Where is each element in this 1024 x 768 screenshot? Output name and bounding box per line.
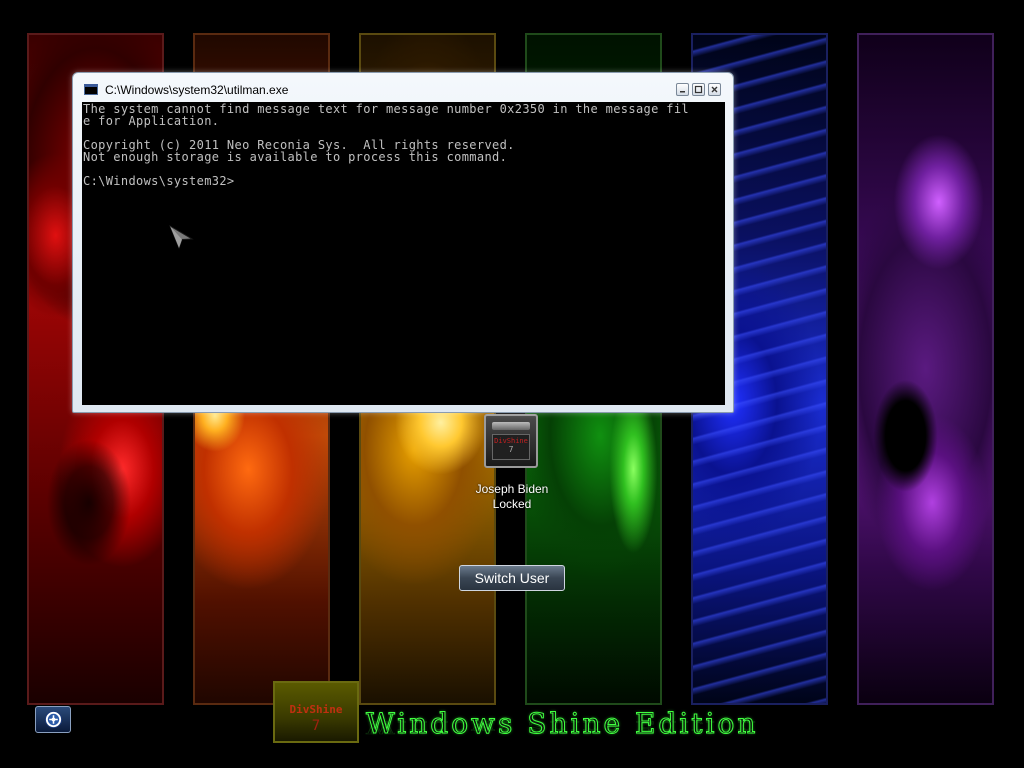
wallpaper-panel-purple <box>857 33 994 705</box>
mouse-cursor-icon <box>168 224 194 250</box>
tile-seven-text: 7 <box>508 445 514 454</box>
user-tile[interactable]: DivShine 7 <box>484 414 538 468</box>
console-text: The system cannot find message text for … <box>83 103 689 187</box>
logo-seven: 7 <box>311 718 321 734</box>
ease-of-access-button[interactable] <box>35 706 71 733</box>
window-title: C:\Windows\system32\utilman.exe <box>105 83 289 97</box>
user-status: Locked <box>492 497 532 511</box>
maximize-icon <box>694 85 703 94</box>
console-prompt: C:\Windows\system32> <box>83 174 235 188</box>
minimize-icon <box>680 91 685 93</box>
tile-face: DivShine 7 <box>492 434 530 460</box>
switch-user-button[interactable]: Switch User <box>459 565 565 591</box>
tile-top-edge <box>492 422 530 430</box>
console-output-area[interactable]: The system cannot find message text for … <box>82 102 725 405</box>
title-bar[interactable]: C:\Windows\system32\utilman.exe <box>73 73 733 101</box>
maximize-button[interactable] <box>692 83 705 96</box>
logo-text: DivShine <box>289 703 343 716</box>
console-line: e for Application. <box>83 114 220 128</box>
divshine-logo: DivShine 7 <box>273 681 359 743</box>
user-name: Joseph Biden <box>475 482 549 496</box>
logon-screen: DivShine 7 Joseph Biden Locked Switch Us… <box>0 0 1024 768</box>
minimize-button[interactable] <box>676 83 689 96</box>
console-line: Not enough storage is available to proce… <box>83 150 508 164</box>
ease-of-access-icon <box>44 710 63 729</box>
tile-brand-text: DivShine <box>494 437 528 445</box>
edition-title-reflection: Windows Shine Edition <box>366 717 759 738</box>
close-icon <box>711 86 718 93</box>
console-app-icon <box>84 84 98 95</box>
close-button[interactable] <box>708 83 721 96</box>
